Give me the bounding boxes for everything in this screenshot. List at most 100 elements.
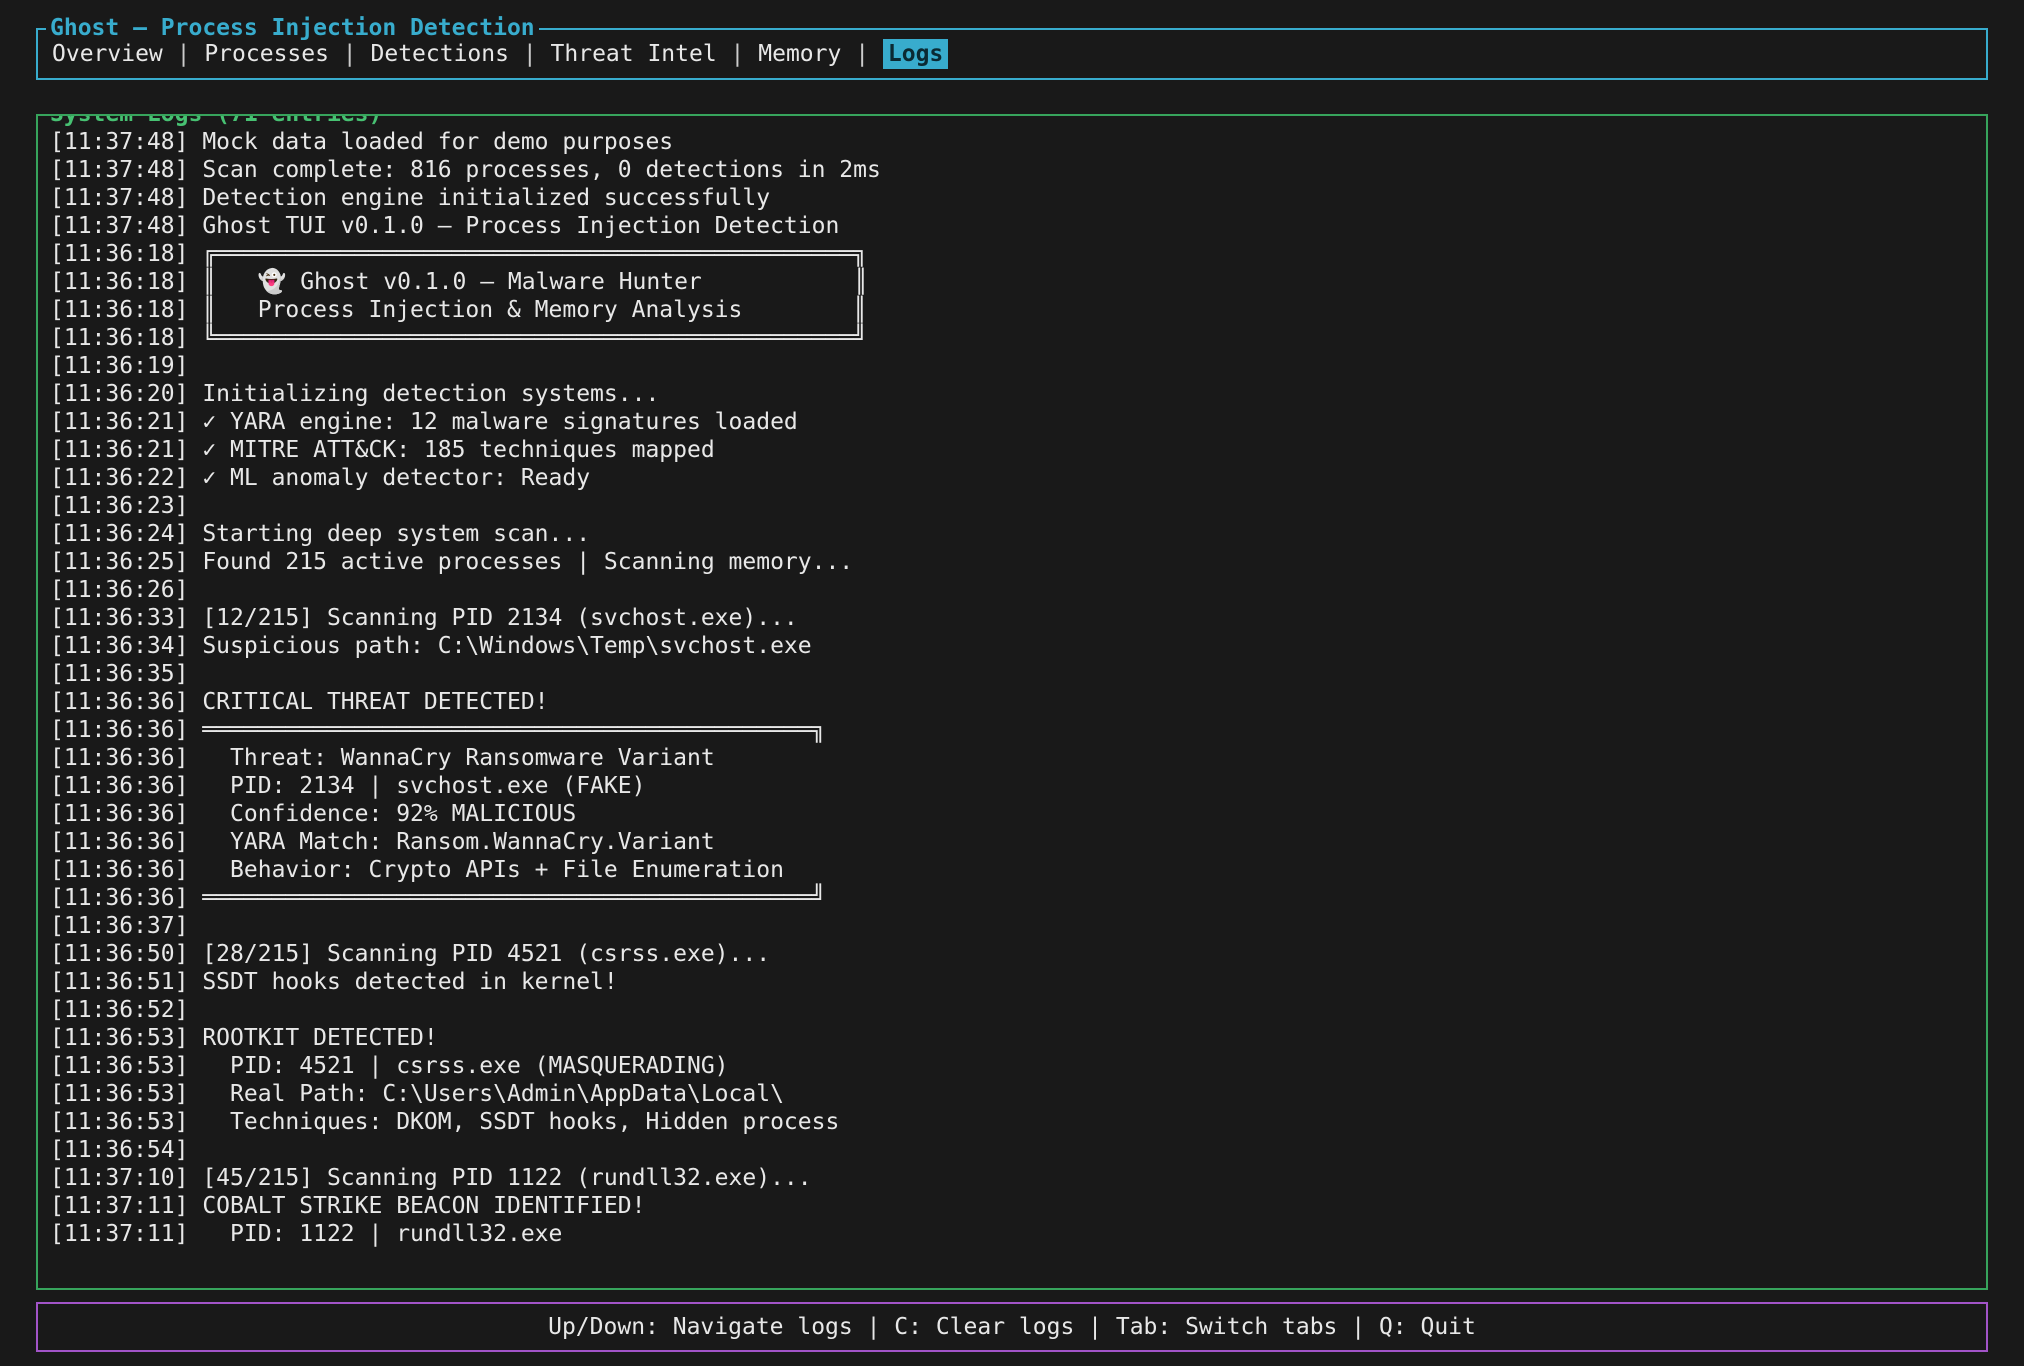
log-timestamp: [11:36:36] [50,689,188,715]
footer-panel: Up/Down: Navigate logs | C: Clear logs |… [36,1302,1988,1352]
log-line: [11:36:53] ROOTKIT DETECTED! [50,1024,1974,1052]
log-timestamp: [11:36:36] [50,745,188,771]
log-line: [11:36:36] CRITICAL THREAT DETECTED! [50,688,1974,716]
log-timestamp: [11:36:23] [50,493,188,519]
log-line: [11:36:20] Initializing detection system… [50,380,1974,408]
keyboard-hints: Up/Down: Navigate logs | C: Clear logs |… [548,1314,1476,1340]
logs-panel: System Logs (71 entries) [11:37:48] Mock… [36,114,1988,1290]
log-message: ║ 👻 Ghost v0.1.0 — Malware Hunter ║ [188,269,867,295]
log-timestamp: [11:36:51] [50,969,188,995]
log-message: Detection engine initialized successfull… [188,185,770,211]
log-line: [11:36:22] ✓ ML anomaly detector: Ready [50,464,1974,492]
log-timestamp: [11:36:36] [50,717,188,743]
log-message: [28/215] Scanning PID 4521 (csrss.exe)..… [188,941,770,967]
log-message: ║ Process Injection & Memory Analysis ║ [188,297,867,323]
log-line: [11:36:53] Techniques: DKOM, SSDT hooks,… [50,1108,1974,1136]
log-timestamp: [11:36:53] [50,1053,188,1079]
log-timestamp: [11:36:22] [50,465,188,491]
log-line: [11:36:21] ✓ MITRE ATT&CK: 185 technique… [50,436,1974,464]
log-message [188,353,202,379]
log-line: [11:37:11] PID: 1122 | rundll32.exe [50,1220,1974,1248]
log-line: [11:37:11] COBALT STRIKE BEACON IDENTIFI… [50,1192,1974,1220]
log-line: [11:37:48] Detection engine initialized … [50,184,1974,212]
tab-separator: | [509,41,551,67]
log-message [188,997,202,1023]
log-timestamp: [11:36:53] [50,1025,188,1051]
log-timestamp: [11:36:33] [50,605,188,631]
log-message: Starting deep system scan... [188,521,590,547]
logs-panel-title: System Logs (71 entries) [46,114,386,128]
log-message: Found 215 active processes | Scanning me… [188,549,853,575]
log-line: [11:36:21] ✓ YARA engine: 12 malware sig… [50,408,1974,436]
log-line: [11:36:24] Starting deep system scan... [50,520,1974,548]
window-title: Ghost — Process Injection Detection [46,14,539,42]
tab-memory[interactable]: Memory [758,41,841,67]
log-timestamp: [11:36:36] [50,885,188,911]
log-line: [11:36:37] [50,912,1974,940]
log-message: Mock data loaded for demo purposes [188,129,673,155]
log-timestamp: [11:37:48] [50,213,188,239]
log-message: PID: 2134 | svchost.exe (FAKE) [188,773,645,799]
log-message [188,913,202,939]
log-timestamp: [11:36:26] [50,577,188,603]
log-message: YARA Match: Ransom.WannaCry.Variant [188,829,714,855]
log-message: ════════════════════════════════════════… [188,717,825,743]
log-line: [11:36:36] Threat: WannaCry Ransomware V… [50,744,1974,772]
log-line: [11:36:36] Behavior: Crypto APIs + File … [50,856,1974,884]
log-line: [11:36:35] [50,660,1974,688]
log-timestamp: [11:36:50] [50,941,188,967]
log-list[interactable]: [11:37:48] Mock data loaded for demo pur… [50,128,1974,1248]
log-timestamp: [11:37:48] [50,157,188,183]
log-timestamp: [11:36:18] [50,241,188,267]
tab-detections[interactable]: Detections [371,41,509,67]
log-message: Scan complete: 816 processes, 0 detectio… [188,157,880,183]
log-line: [11:36:18] ║ Process Injection & Memory … [50,296,1974,324]
log-timestamp: [11:36:53] [50,1109,188,1135]
log-line: [11:36:53] Real Path: C:\Users\Admin\App… [50,1080,1974,1108]
log-line: [11:36:18] ║ 👻 Ghost v0.1.0 — Malware Hu… [50,268,1974,296]
tab-logs[interactable]: Logs [883,39,948,69]
log-line: [11:37:48] Mock data loaded for demo pur… [50,128,1974,156]
tab-separator: | [329,41,371,67]
log-line: [11:37:48] Scan complete: 816 processes,… [50,156,1974,184]
tab-processes[interactable]: Processes [204,41,329,67]
log-timestamp: [11:37:11] [50,1193,188,1219]
log-timestamp: [11:36:34] [50,633,188,659]
log-line: [11:36:52] [50,996,1974,1024]
log-timestamp: [11:36:18] [50,269,188,295]
log-message: Techniques: DKOM, SSDT hooks, Hidden pro… [188,1109,839,1135]
log-message: CRITICAL THREAT DETECTED! [188,689,548,715]
tabs-panel: Ghost — Process Injection Detection Over… [36,28,1988,80]
log-message: ════════════════════════════════════════… [188,885,825,911]
log-timestamp: [11:36:18] [50,297,188,323]
log-timestamp: [11:36:54] [50,1137,188,1163]
log-timestamp: [11:37:48] [50,129,188,155]
log-message: [12/215] Scanning PID 2134 (svchost.exe)… [188,605,797,631]
log-message: ✓ ML anomaly detector: Ready [188,465,590,491]
log-line: [11:36:18] ╔════════════════════════════… [50,240,1974,268]
log-line: [11:36:33] [12/215] Scanning PID 2134 (s… [50,604,1974,632]
tab-overview[interactable]: Overview [52,41,163,67]
tab-bar: Overview | Processes | Detections | Thre… [52,41,948,67]
terminal-screen: Ghost — Process Injection Detection Over… [0,0,2024,1366]
log-timestamp: [11:36:36] [50,829,188,855]
log-line: [11:36:51] SSDT hooks detected in kernel… [50,968,1974,996]
log-line: [11:37:48] Ghost TUI v0.1.0 — Process In… [50,212,1974,240]
log-timestamp: [11:36:18] [50,325,188,351]
log-timestamp: [11:36:20] [50,381,188,407]
log-line: [11:36:50] [28/215] Scanning PID 4521 (c… [50,940,1974,968]
log-message: Initializing detection systems... [188,381,659,407]
log-timestamp: [11:37:48] [50,185,188,211]
log-timestamp: [11:36:36] [50,801,188,827]
log-timestamp: [11:36:25] [50,549,188,575]
log-timestamp: [11:36:36] [50,773,188,799]
tab-separator: | [717,41,759,67]
log-message: ╚═══════════════════════════════════════… [188,325,867,351]
tab-threat-intel[interactable]: Threat Intel [551,41,717,67]
log-timestamp: [11:36:24] [50,521,188,547]
log-message: [45/215] Scanning PID 1122 (rundll32.exe… [188,1165,811,1191]
log-line: [11:36:53] PID: 4521 | csrss.exe (MASQUE… [50,1052,1974,1080]
log-message: SSDT hooks detected in kernel! [188,969,617,995]
log-message: Suspicious path: C:\Windows\Temp\svchost… [188,633,811,659]
tab-separator: | [163,41,205,67]
